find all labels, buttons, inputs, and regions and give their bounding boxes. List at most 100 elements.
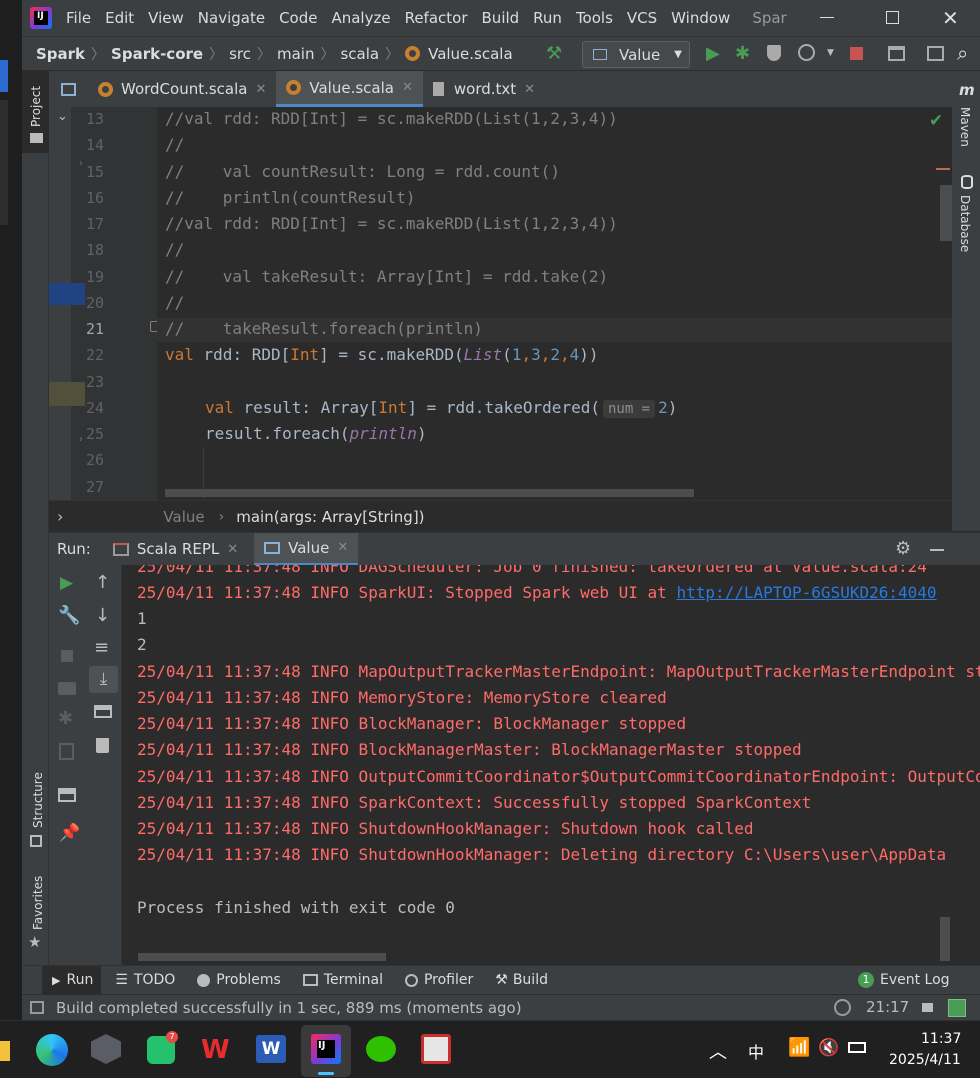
stop-icon[interactable] [850, 47, 863, 60]
lock-icon[interactable] [922, 1003, 933, 1012]
tool-app-icon[interactable] [421, 1034, 451, 1064]
build-hammer-icon[interactable]: ⚒ [546, 43, 562, 64]
menu-vcs[interactable]: VCS [627, 9, 657, 27]
breadcrumb-scala[interactable]: scala [340, 45, 379, 63]
tab-word-txt[interactable]: word.txt ✕ [423, 71, 545, 107]
trash-icon[interactable] [96, 738, 109, 753]
print-icon[interactable] [94, 705, 112, 718]
maximize-window-button[interactable] [886, 11, 899, 24]
breadcrumb-spark-core[interactable]: Spark-core [111, 45, 203, 63]
intellij-taskbar-icon[interactable]: IJ [301, 1025, 351, 1077]
layout-toggle-icon[interactable] [30, 1001, 44, 1014]
wrench-icon[interactable]: 🔧 [58, 605, 80, 626]
clock-date[interactable]: 2025/4/11 [889, 1052, 961, 1068]
chevron-down-icon[interactable]: ⌄ [57, 109, 68, 124]
favorites-tool-label[interactable]: Favorites [31, 876, 45, 930]
arrow-up-icon[interactable]: ↑ [95, 572, 110, 593]
tool-build[interactable]: ⚒ Build [495, 972, 548, 988]
minimize-icon[interactable] [930, 549, 944, 551]
menu-navigate[interactable]: Navigate [198, 9, 265, 27]
chevron-right-icon[interactable]: › [57, 507, 63, 526]
console-vertical-scrollbar[interactable] [940, 917, 950, 961]
horizontal-scrollbar[interactable] [165, 489, 694, 497]
stop-icon[interactable] [61, 650, 73, 662]
close-icon[interactable]: ✕ [402, 80, 413, 95]
module-icon[interactable] [948, 999, 966, 1017]
breadcrumb-object[interactable]: Value [163, 508, 204, 526]
menu-window[interactable]: Window [671, 9, 730, 27]
wifi-icon[interactable]: 📶 [788, 1037, 810, 1058]
menu-analyze[interactable]: Analyze [331, 9, 390, 27]
structure-tool-label[interactable]: Structure [31, 772, 45, 828]
chevron-up-icon[interactable]: ︿ [709, 1038, 727, 1064]
rerun-icon[interactable]: ▶ [60, 573, 73, 593]
project-collapse[interactable] [49, 71, 88, 107]
pin-icon[interactable]: 📌 [59, 823, 80, 843]
breadcrumb-spark[interactable]: Spark [36, 45, 85, 63]
menu-view[interactable]: View [148, 9, 184, 27]
profiler-icon[interactable] [798, 44, 815, 61]
soft-wrap-icon[interactable]: ≡ [94, 637, 109, 658]
tab-wordcount[interactable]: WordCount.scala ✕ [88, 71, 276, 107]
edge-browser-icon[interactable] [36, 1034, 68, 1066]
breadcrumb-main[interactable]: main [277, 45, 314, 63]
project-structure-icon[interactable] [888, 46, 905, 61]
tab-value-run[interactable]: Value ✕ [254, 532, 359, 566]
battery-icon[interactable] [848, 1042, 866, 1053]
tool-problems[interactable]: Problems [197, 972, 281, 988]
database-tool-label[interactable]: Database [958, 195, 972, 252]
run-console[interactable]: 25/04/11 11:37:48 INFO DAGScheduler: Job… [122, 565, 980, 965]
console-horizontal-scrollbar[interactable] [138, 953, 386, 961]
arrow-down-icon[interactable]: ↓ [95, 605, 110, 626]
debug-icon[interactable]: ✱ [735, 43, 750, 64]
tool-run[interactable]: ▶ Run [42, 966, 102, 994]
close-icon[interactable]: ✕ [255, 82, 266, 97]
gear-icon[interactable]: ⚙ [895, 538, 911, 559]
tool-todo[interactable]: ☰ TODO [115, 972, 175, 988]
wechat-icon[interactable] [366, 1036, 396, 1062]
scroll-to-end-icon[interactable]: ⤓ [89, 666, 118, 693]
exit-icon[interactable] [59, 743, 74, 760]
minimize-window-button[interactable] [820, 17, 834, 18]
tool-event-log[interactable]: 1 Event Log [858, 972, 950, 988]
word-icon[interactable]: W [256, 1035, 286, 1063]
breadcrumb-src[interactable]: src [229, 45, 251, 63]
caret-position[interactable]: 21:17 [866, 998, 909, 1016]
close-icon[interactable]: ✕ [227, 542, 238, 557]
editor-vertical-scrollbar[interactable] [940, 185, 952, 241]
breadcrumb-method[interactable]: main(args: Array[String]) [236, 508, 424, 526]
chevron-down-icon[interactable]: ▼ [827, 48, 834, 58]
breadcrumb-file[interactable]: Value.scala [428, 45, 513, 63]
volume-muted-icon[interactable]: 🔇 [818, 1038, 839, 1058]
run-icon[interactable]: ▶ [706, 43, 720, 64]
maven-tool-label[interactable]: Maven [958, 107, 972, 147]
tab-value[interactable]: Value.scala ✕ [276, 71, 423, 107]
search-icon[interactable]: ⌕ [957, 41, 968, 65]
tool-terminal[interactable]: Terminal [302, 972, 383, 988]
coverage-icon[interactable] [767, 45, 781, 61]
menu-file[interactable]: File [66, 9, 91, 27]
status-message[interactable]: Build completed successfully in 1 sec, 8… [56, 999, 522, 1017]
menu-tools[interactable]: Tools [576, 9, 613, 27]
spark-ui-link[interactable]: http://LAPTOP-6GSUKD26:4040 [676, 583, 936, 602]
debug-icon[interactable]: ✱ [58, 708, 73, 729]
clock-time[interactable]: 11:37 [921, 1031, 961, 1047]
camera-icon[interactable] [58, 682, 76, 695]
run-config-select[interactable]: Value ▼ [582, 41, 690, 68]
layout-icon[interactable] [58, 788, 76, 802]
close-window-button[interactable]: ✕ [942, 6, 959, 30]
tab-scala-repl[interactable]: Scala REPL ✕ [112, 533, 238, 566]
menu-run[interactable]: Run [533, 9, 562, 27]
wps-office-icon[interactable]: W [201, 1035, 230, 1065]
menu-edit[interactable]: Edit [105, 9, 134, 27]
project-tool-label[interactable]: Project [29, 86, 43, 127]
menu-build[interactable]: Build [482, 9, 520, 27]
app-icon[interactable] [91, 1034, 121, 1064]
file-explorer-icon[interactable] [0, 1041, 10, 1061]
close-icon[interactable]: ✕ [524, 82, 535, 97]
layout-icon[interactable] [927, 46, 944, 61]
menu-code[interactable]: Code [279, 9, 317, 27]
close-icon[interactable]: ✕ [337, 540, 348, 555]
ime-indicator[interactable]: 中 [748, 1039, 764, 1063]
menu-refactor[interactable]: Refactor [405, 9, 468, 27]
